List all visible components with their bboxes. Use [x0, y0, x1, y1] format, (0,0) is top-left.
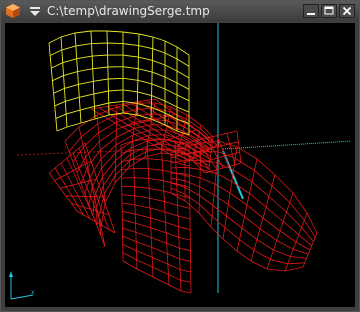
maximize-icon[interactable] [321, 4, 337, 18]
menu-arrow-icon[interactable] [27, 3, 43, 19]
window-title: C:\temp\drawingSerge.tmp [47, 4, 210, 18]
cad-window: C:\temp\drawingSerge.tmp x [0, 0, 360, 312]
wireframe-red-shapes [48, 98, 318, 294]
red-left-arc [64, 102, 214, 248]
title-bar[interactable]: C:\temp\drawingSerge.tmp [1, 1, 359, 21]
axis-indicator-x-label: x [31, 289, 35, 296]
world-axis-horizontal-cyan [222, 140, 352, 150]
cube-icon[interactable] [5, 3, 21, 19]
axis-indicator [9, 271, 34, 300]
red-left-flap [48, 142, 116, 234]
wireframe-scene[interactable] [5, 23, 355, 307]
minimize-icon[interactable] [303, 4, 319, 18]
3d-viewport[interactable]: x [5, 23, 355, 307]
red-center-box [120, 138, 192, 294]
close-icon[interactable] [339, 4, 355, 18]
